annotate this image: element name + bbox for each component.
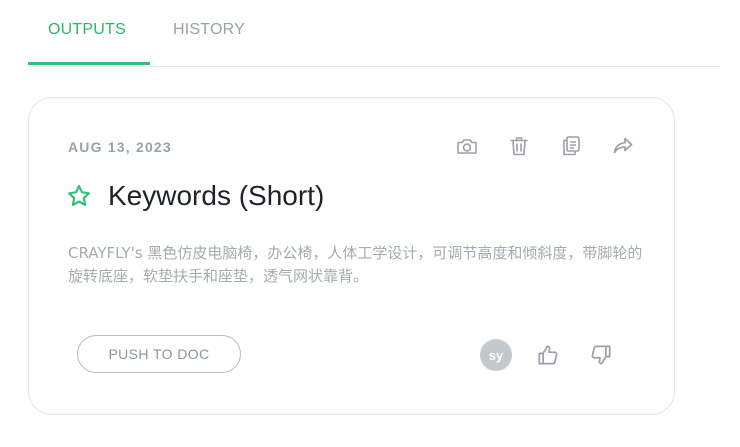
outputs-panel: OUTPUTS HISTORY AUG 13, 2023 Keywords (S…: [0, 0, 740, 447]
copy-icon[interactable]: [558, 133, 584, 159]
push-to-doc-button[interactable]: PUSH TO DOC: [77, 335, 241, 373]
avatar: sy: [480, 339, 512, 371]
card-actions: [449, 133, 639, 159]
output-title-row: Keywords (Short): [66, 178, 324, 214]
active-tab-indicator: [28, 62, 150, 65]
star-outline-icon[interactable]: [66, 183, 92, 209]
thumbs-up-icon[interactable]: [535, 342, 561, 368]
output-title: Keywords (Short): [108, 180, 325, 211]
trash-icon[interactable]: [506, 133, 532, 159]
output-text: CRAYFLY's 黑色仿皮电脑椅，办公椅，人体工学设计，可调节高度和倾斜度，带…: [68, 244, 643, 285]
camera-icon[interactable]: [454, 133, 480, 159]
output-card: AUG 13, 2023 Keywords (Short) CRAYFLY's …: [28, 97, 675, 415]
thumbs-down-icon[interactable]: [588, 342, 614, 368]
tab-history[interactable]: HISTORY: [173, 21, 245, 39]
output-date: AUG 13, 2023: [68, 139, 172, 155]
share-icon[interactable]: [610, 133, 636, 159]
tab-outputs[interactable]: OUTPUTS: [48, 21, 126, 39]
tab-bar: OUTPUTS HISTORY: [28, 0, 720, 67]
